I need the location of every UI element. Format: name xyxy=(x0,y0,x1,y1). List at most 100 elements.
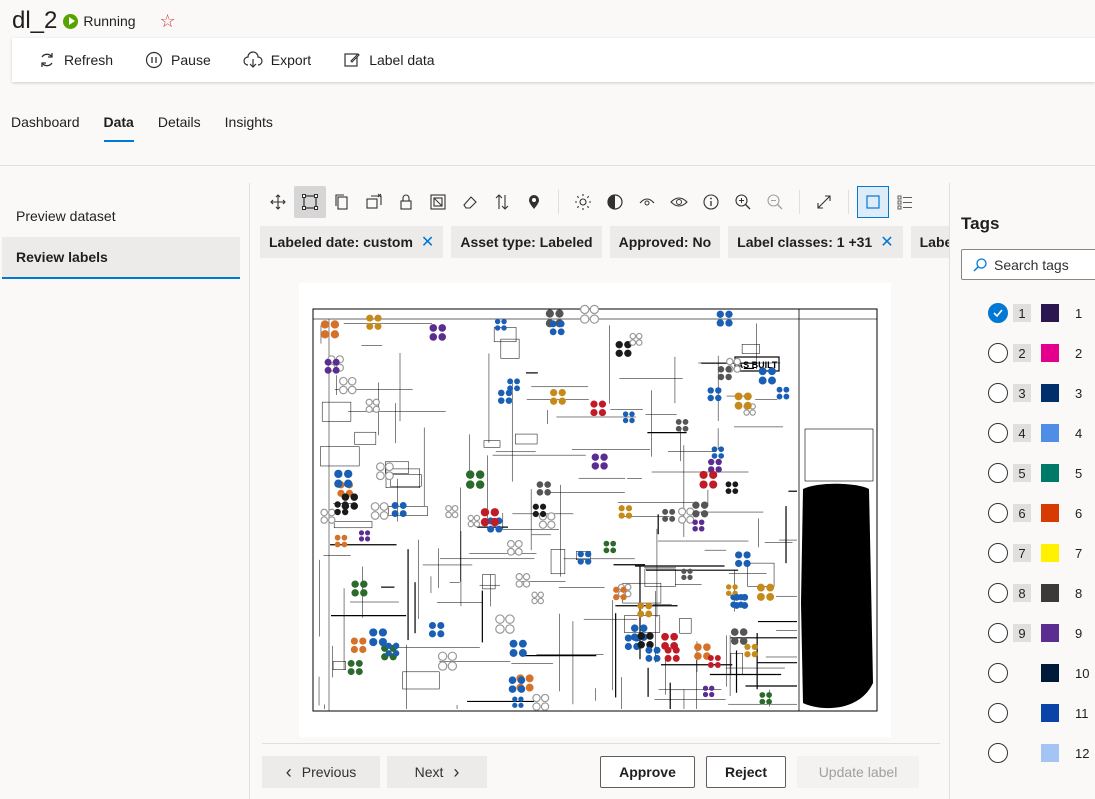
tag-shortcut-key xyxy=(1013,744,1031,762)
bounding-box-icon[interactable] xyxy=(294,186,326,218)
tab-insights[interactable]: Insights xyxy=(225,114,273,142)
tag-row[interactable]: 55 xyxy=(988,462,1082,484)
filter-pill-label-classes[interactable]: Label classes: 1 +31 ✕ xyxy=(728,226,903,258)
reject-button[interactable]: Reject xyxy=(706,756,786,788)
zoom-out-icon[interactable] xyxy=(759,186,791,218)
export-button[interactable]: Export xyxy=(243,51,311,69)
tag-label: 5 xyxy=(1075,465,1083,481)
filter-label: Labelers: Osc xyxy=(919,234,950,250)
tag-label: 7 xyxy=(1075,545,1083,561)
tag-radio[interactable] xyxy=(988,343,1008,363)
filter-pill-asset-type[interactable]: Asset type: Labeled xyxy=(451,226,602,258)
tag-label: 9 xyxy=(1075,625,1083,641)
tag-label: 1 xyxy=(1075,305,1083,321)
refresh-button[interactable]: Refresh xyxy=(38,51,113,69)
nav-review-labels[interactable]: Review labels xyxy=(2,237,240,279)
divider xyxy=(0,165,1095,166)
single-view-icon[interactable] xyxy=(857,186,889,218)
tag-color-swatch xyxy=(1041,464,1059,482)
tag-radio[interactable] xyxy=(988,503,1008,523)
tag-row[interactable]: 11 xyxy=(988,302,1082,324)
filter-label: Approved: No xyxy=(618,234,712,250)
tab-details[interactable]: Details xyxy=(158,114,201,142)
tag-radio[interactable] xyxy=(988,303,1008,323)
tag-row[interactable]: 33 xyxy=(988,382,1082,404)
tag-radio[interactable] xyxy=(988,583,1008,603)
eye-icon[interactable] xyxy=(663,186,695,218)
location-pin-icon[interactable] xyxy=(518,186,550,218)
filter-pill-approved[interactable]: Approved: No xyxy=(609,226,721,258)
search-placeholder: Search tags xyxy=(994,256,1069,273)
tag-shortcut-key: 7 xyxy=(1013,544,1031,562)
checkmark-icon xyxy=(993,309,1003,318)
next-button[interactable]: Next › xyxy=(387,756,487,788)
filter-pill-labelers[interactable]: Labelers: Osc xyxy=(910,226,950,258)
zoom-in-icon[interactable] xyxy=(727,186,759,218)
tag-row[interactable]: 44 xyxy=(988,422,1082,444)
refresh-icon xyxy=(41,53,53,67)
favorite-star-icon[interactable]: ☆ xyxy=(160,11,176,32)
tag-row[interactable]: 11 xyxy=(988,702,1089,724)
tag-radio[interactable] xyxy=(988,623,1008,643)
hide-icon[interactable] xyxy=(631,186,663,218)
search-tags-input[interactable]: Search tags xyxy=(961,249,1095,280)
image-canvas[interactable]: AS BUILT xyxy=(299,283,891,737)
tag-color-swatch xyxy=(1041,424,1059,442)
pan-icon[interactable] xyxy=(262,186,294,218)
nav-preview-dataset[interactable]: Preview dataset xyxy=(0,195,248,237)
tag-radio[interactable] xyxy=(988,423,1008,443)
label-data-button[interactable]: Label data xyxy=(343,51,435,69)
contrast-icon[interactable] xyxy=(599,186,631,218)
region-select-icon[interactable] xyxy=(422,186,454,218)
tag-label: 6 xyxy=(1075,505,1083,521)
export-label: Export xyxy=(270,52,312,68)
tag-label: 11 xyxy=(1075,705,1089,721)
tag-row[interactable]: 10 xyxy=(988,662,1089,684)
command-bar: Refresh Pause Export Label data xyxy=(12,38,1095,82)
filter-pill-labeled-date[interactable]: Labeled date: custom ✕ xyxy=(260,226,444,258)
tag-row[interactable]: 12 xyxy=(988,742,1089,764)
lock-icon[interactable] xyxy=(390,186,422,218)
tab-data[interactable]: Data xyxy=(103,114,134,142)
filter-label: Asset type: Labeled xyxy=(460,234,593,250)
tag-row[interactable]: 66 xyxy=(988,502,1082,524)
tab-dashboard[interactable]: Dashboard xyxy=(11,114,80,142)
tag-color-swatch xyxy=(1041,624,1059,642)
tag-radio[interactable] xyxy=(988,463,1008,483)
tag-radio[interactable] xyxy=(988,383,1008,403)
tag-color-swatch xyxy=(1041,504,1059,522)
divider xyxy=(249,183,250,799)
status-badge: Running xyxy=(63,13,136,29)
tag-radio[interactable] xyxy=(988,703,1008,723)
tag-radio[interactable] xyxy=(988,663,1008,683)
tag-label: 10 xyxy=(1075,665,1090,681)
tag-row[interactable]: 99 xyxy=(988,622,1082,644)
search-icon xyxy=(973,257,987,271)
info-icon[interactable] xyxy=(695,186,727,218)
close-icon[interactable]: ✕ xyxy=(421,232,434,252)
status-text: Running xyxy=(83,13,136,29)
previous-label: Previous xyxy=(301,764,357,780)
filter-label: Label classes: 1 +31 xyxy=(737,234,873,250)
divider xyxy=(558,190,559,214)
list-view-icon[interactable] xyxy=(889,186,921,218)
tag-color-swatch xyxy=(1041,744,1059,762)
tag-row[interactable]: 88 xyxy=(988,582,1082,604)
close-icon[interactable]: ✕ xyxy=(880,232,893,252)
previous-button[interactable]: ‹ Previous xyxy=(262,756,380,788)
eraser-icon[interactable] xyxy=(454,186,486,218)
tag-row[interactable]: 22 xyxy=(988,342,1082,364)
tag-radio[interactable] xyxy=(988,743,1008,763)
copy-icon[interactable] xyxy=(326,186,358,218)
tag-row[interactable]: 77 xyxy=(988,542,1082,564)
update-label-button[interactable]: Update label xyxy=(797,756,919,788)
approve-button[interactable]: Approve xyxy=(600,756,695,788)
chevron-left-icon: ‹ xyxy=(285,761,292,782)
left-nav: Preview dataset Review labels xyxy=(0,195,248,279)
brightness-icon[interactable] xyxy=(567,186,599,218)
delete-regions-icon[interactable] xyxy=(358,186,390,218)
tag-radio[interactable] xyxy=(988,543,1008,563)
pause-button[interactable]: Pause xyxy=(145,51,211,69)
fit-to-screen-icon[interactable] xyxy=(808,186,840,218)
sort-icon[interactable] xyxy=(486,186,518,218)
